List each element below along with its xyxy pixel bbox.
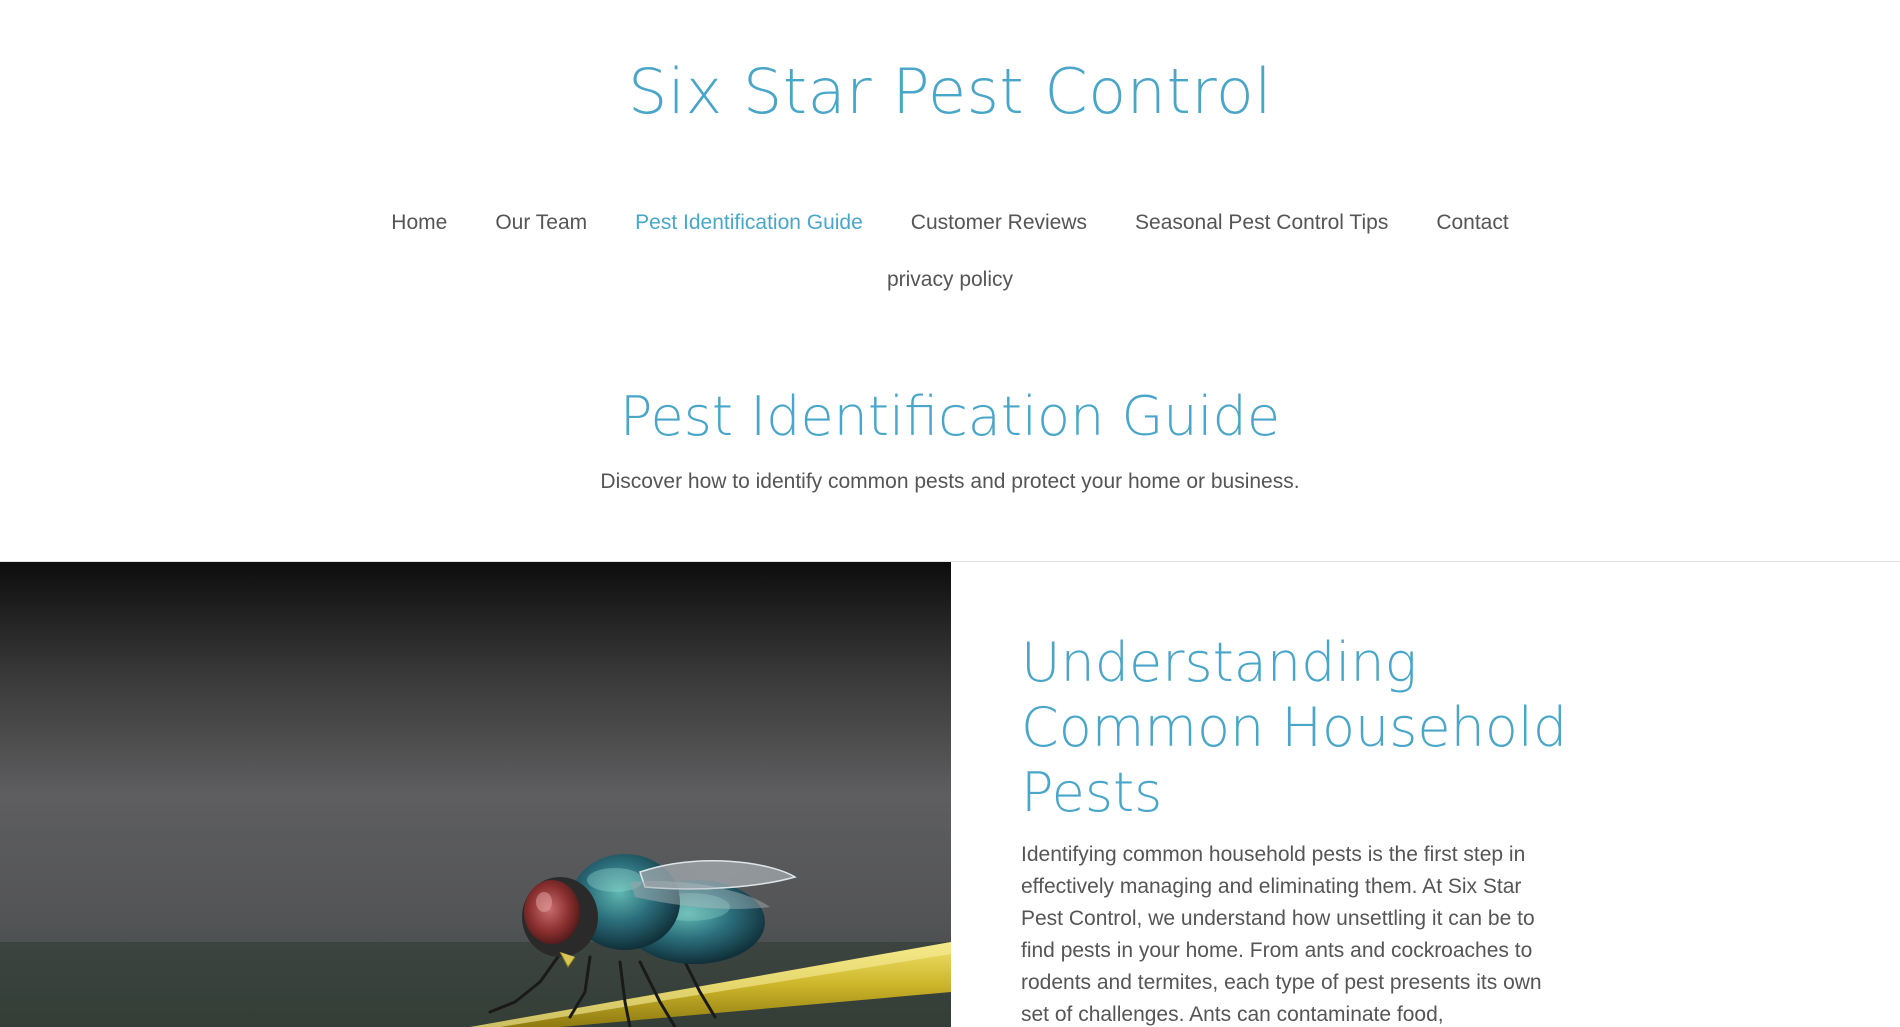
section-body: Identifying common household pests is th…	[1021, 843, 1542, 1026]
nav-item-home[interactable]: Home	[367, 208, 471, 238]
fly-photo	[0, 562, 951, 1027]
nav-item-contact[interactable]: Contact	[1412, 208, 1532, 238]
nav-item-customer-reviews[interactable]: Customer Reviews	[887, 208, 1111, 238]
nav-row-secondary: privacy policy	[0, 265, 1900, 295]
nav-item-our-team[interactable]: Our Team	[471, 208, 611, 238]
site-title[interactable]: Six Star Pest Control	[0, 55, 1900, 129]
nav-row-primary: Home Our Team Pest Identification Guide …	[0, 208, 1900, 238]
nav-item-seasonal-pest-control-tips[interactable]: Seasonal Pest Control Tips	[1111, 208, 1412, 238]
section-heading: Understanding Common Household Pests	[1021, 631, 1568, 824]
nav-item-pest-identification-guide[interactable]: Pest Identification Guide	[611, 208, 887, 238]
nav-item-privacy-policy[interactable]: privacy policy	[863, 265, 1037, 295]
page-title: Pest Identification Guide	[619, 385, 1281, 448]
page-subtitle: Discover how to identify common pests an…	[600, 470, 1300, 493]
